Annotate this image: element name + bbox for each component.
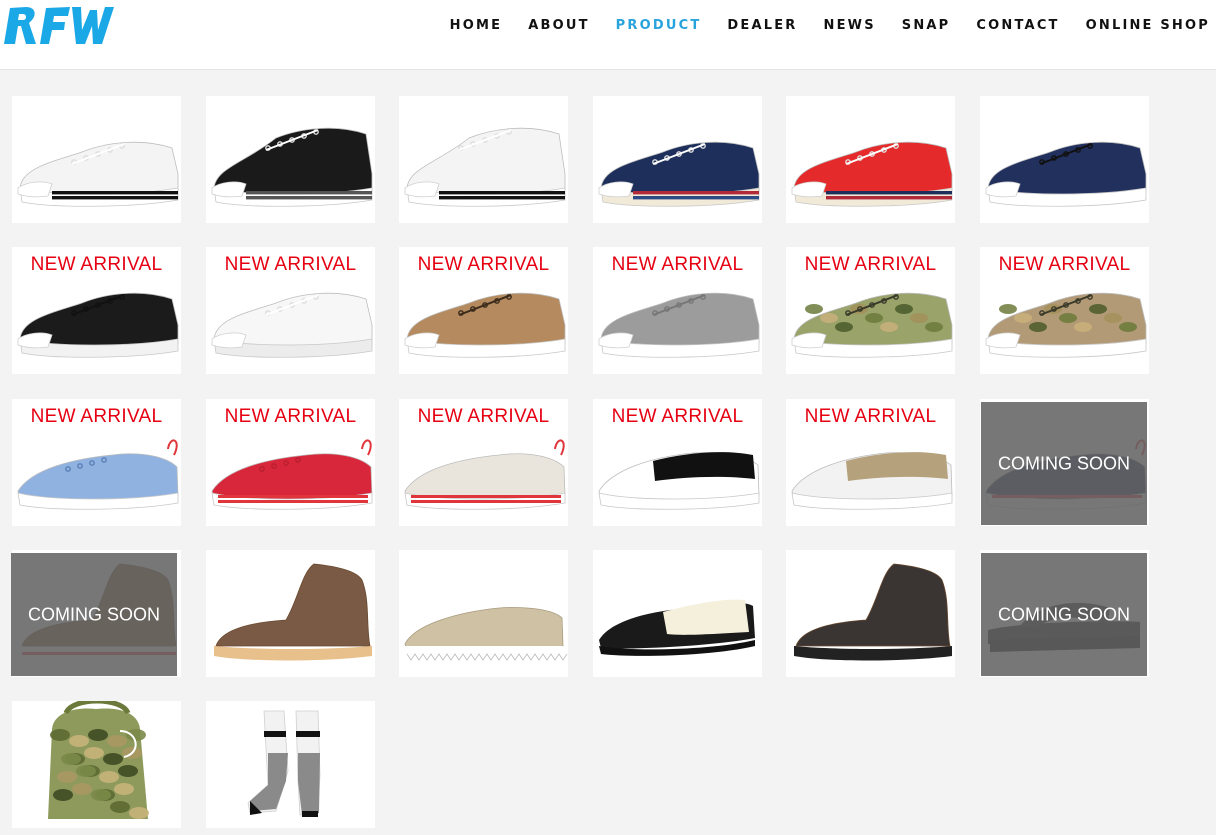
product-image	[17, 141, 179, 207]
coming-soon-overlay: COMING SOON	[11, 553, 177, 676]
product-tile[interactable]: NEW ARRIVAL	[786, 247, 955, 374]
new-arrival-badge: NEW ARRIVAL	[417, 254, 550, 275]
product-tile[interactable]: NEW ARRIVAL	[206, 399, 375, 526]
new-arrival-badge: NEW ARRIVAL	[30, 254, 163, 275]
product-tile[interactable]: NEW ARRIVAL	[206, 247, 375, 374]
main-nav: HOME ABOUT PRODUCT DEALER NEWS SNAP CONTACT ONL…	[450, 18, 1210, 33]
site-header: HOME ABOUT PRODUCT DEALER NEWS SNAP CONTACT ONL…	[0, 0, 1216, 70]
rfw-logo-icon	[4, 7, 114, 44]
product-tile[interactable]: NEW ARRIVAL	[593, 247, 762, 374]
new-arrival-badge: NEW ARRIVAL	[804, 254, 937, 275]
new-arrival-badge: NEW ARRIVAL	[224, 254, 357, 275]
coming-soon-label: COMING SOON	[997, 604, 1130, 624]
coming-soon-overlay: COMING SOON	[981, 553, 1147, 676]
product-image	[599, 599, 755, 656]
product-image	[791, 141, 953, 207]
product-image	[404, 607, 568, 661]
product-tile[interactable]	[593, 550, 762, 677]
new-arrival-badge: NEW ARRIVAL	[998, 254, 1131, 275]
product-tile[interactable]	[206, 701, 375, 828]
nav-news[interactable]: NEWS	[824, 18, 876, 33]
new-arrival-badge: NEW ARRIVAL	[30, 406, 163, 427]
product-image	[404, 127, 566, 207]
product-tile[interactable]	[12, 96, 181, 223]
product-image	[794, 563, 952, 661]
product-image	[247, 710, 321, 817]
coming-soon-label: COMING SOON	[27, 604, 160, 624]
nav-about[interactable]: ABOUT	[528, 18, 589, 33]
nav-home[interactable]: HOME	[450, 18, 503, 33]
new-arrival-badge: NEW ARRIVAL	[417, 406, 550, 427]
product-tile[interactable]: NEW ARRIVAL	[12, 247, 181, 374]
brand-logo[interactable]	[2, 4, 114, 48]
product-tile[interactable]	[206, 96, 375, 223]
product-tile[interactable]: NEW ARRIVAL	[12, 399, 181, 526]
new-arrival-badge: NEW ARRIVAL	[611, 406, 744, 427]
product-tile[interactable]: NEW ARRIVAL	[399, 247, 568, 374]
product-tile[interactable]	[786, 96, 955, 223]
new-arrival-badge: NEW ARRIVAL	[611, 254, 744, 275]
product-image	[598, 141, 760, 207]
coming-soon-label: COMING SOON	[997, 453, 1130, 473]
product-tile[interactable]	[786, 550, 955, 677]
product-tile[interactable]	[980, 96, 1149, 223]
nav-online-shop[interactable]: ONLINE SHOP	[1086, 18, 1210, 33]
product-tile[interactable]: NEW ARRIVAL	[593, 399, 762, 526]
new-arrival-badge: NEW ARRIVAL	[224, 406, 357, 427]
nav-snap[interactable]: SNAP	[902, 18, 951, 33]
product-image	[211, 127, 373, 207]
product-image	[214, 563, 372, 661]
product-tile[interactable]: NEW ARRIVAL	[786, 399, 955, 526]
nav-contact[interactable]: CONTACT	[976, 18, 1059, 33]
product-tile[interactable]	[399, 550, 568, 677]
product-tile[interactable]: NEW ARRIVAL	[399, 399, 568, 526]
product-tile[interactable]	[12, 701, 181, 828]
new-arrival-badge: NEW ARRIVAL	[804, 406, 937, 427]
product-tile[interactable]	[593, 96, 762, 223]
product-image	[48, 701, 149, 819]
product-tile[interactable]	[399, 96, 568, 223]
coming-soon-overlay: COMING SOON	[981, 402, 1147, 525]
nav-dealer[interactable]: DEALER	[727, 18, 797, 33]
nav-product[interactable]: PRODUCT	[616, 18, 702, 33]
product-tile[interactable]	[206, 550, 375, 677]
product-image	[985, 141, 1147, 207]
product-tile[interactable]: NEW ARRIVAL	[980, 247, 1149, 374]
